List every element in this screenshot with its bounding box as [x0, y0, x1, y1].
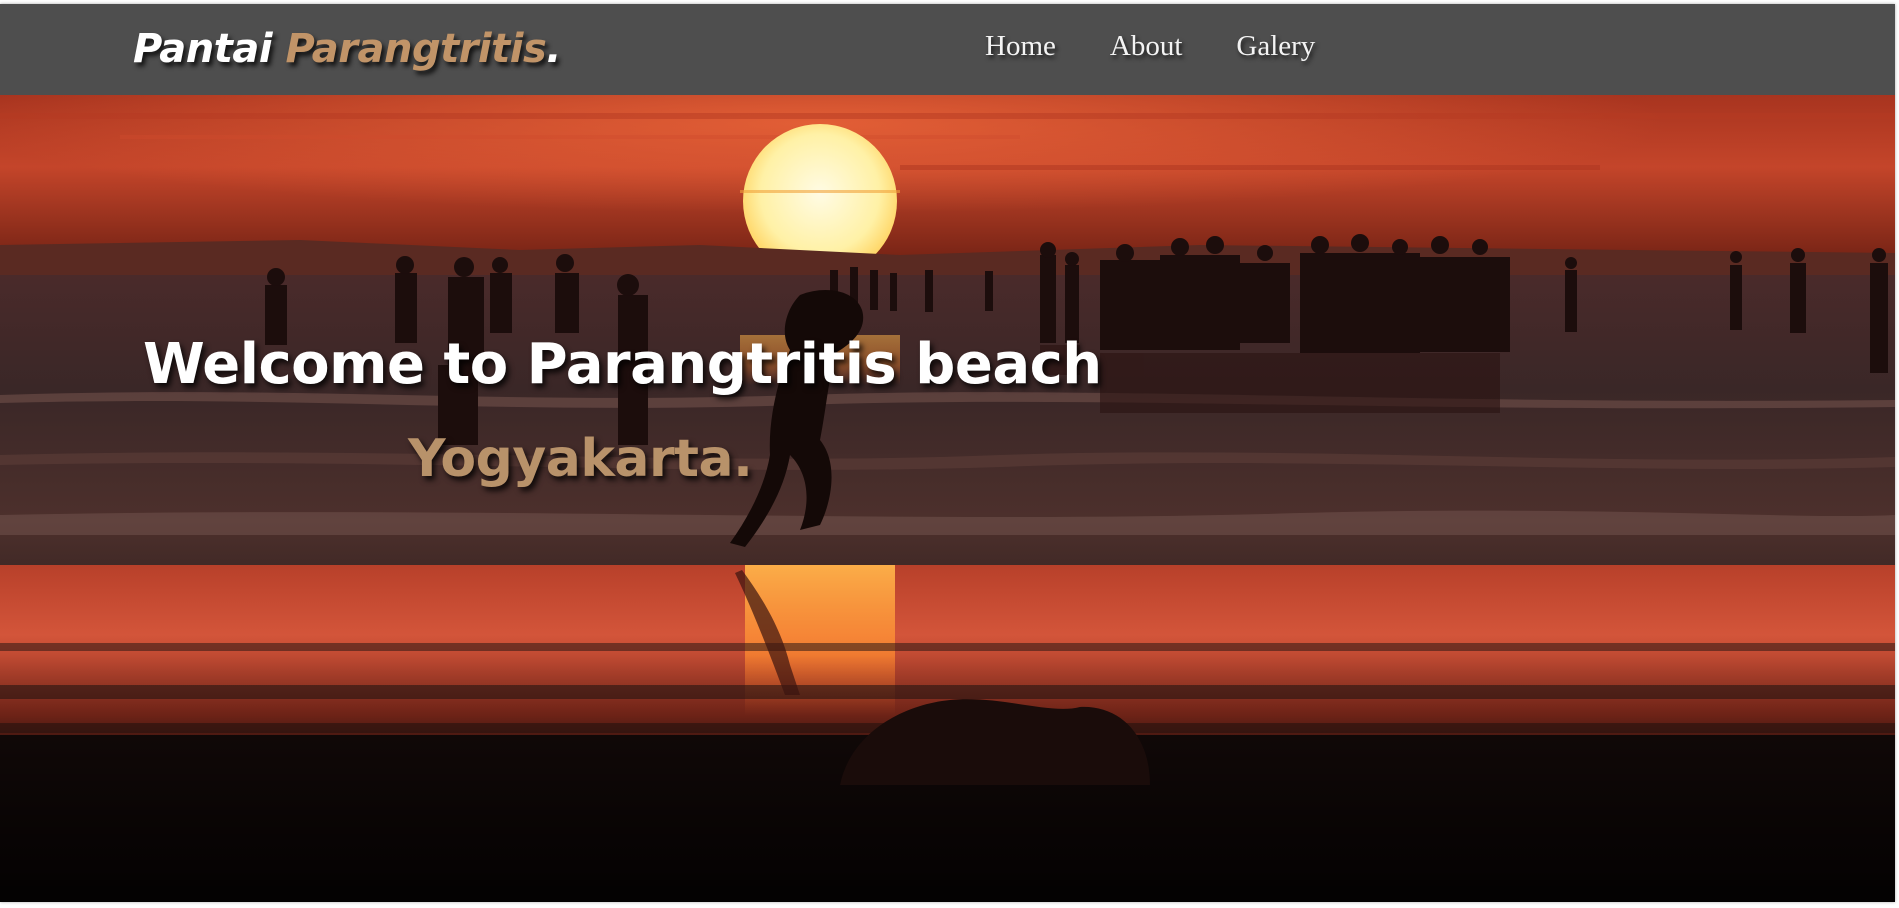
main-nav: Home About Galery	[985, 24, 1369, 68]
brand-name-suffix: .	[546, 26, 561, 72]
hero-background-image	[0, 95, 1895, 902]
nav-link-home[interactable]: Home	[985, 24, 1056, 68]
navbar: Pantai Parangtritis. Home About Galery	[0, 4, 1895, 95]
brand-logo[interactable]: Pantai Parangtritis.	[133, 24, 561, 74]
browser-viewport: Pantai Parangtritis. Home About Galery W…	[0, 4, 1895, 902]
hero-subtitle: Yogyakarta.	[408, 429, 753, 489]
hero-title: Welcome to Parangtritis beach	[143, 332, 1102, 397]
page: Pantai Parangtritis. Home About Galery W…	[0, 0, 1899, 908]
nav-link-about[interactable]: About	[1110, 24, 1183, 68]
nav-link-galery[interactable]: Galery	[1236, 24, 1315, 68]
brand-name-part1: Pantai	[133, 26, 273, 72]
brand-name-part2: Parangtritis	[285, 26, 547, 72]
hero-section: Welcome to Parangtritis beach Yogyakarta…	[0, 95, 1895, 902]
